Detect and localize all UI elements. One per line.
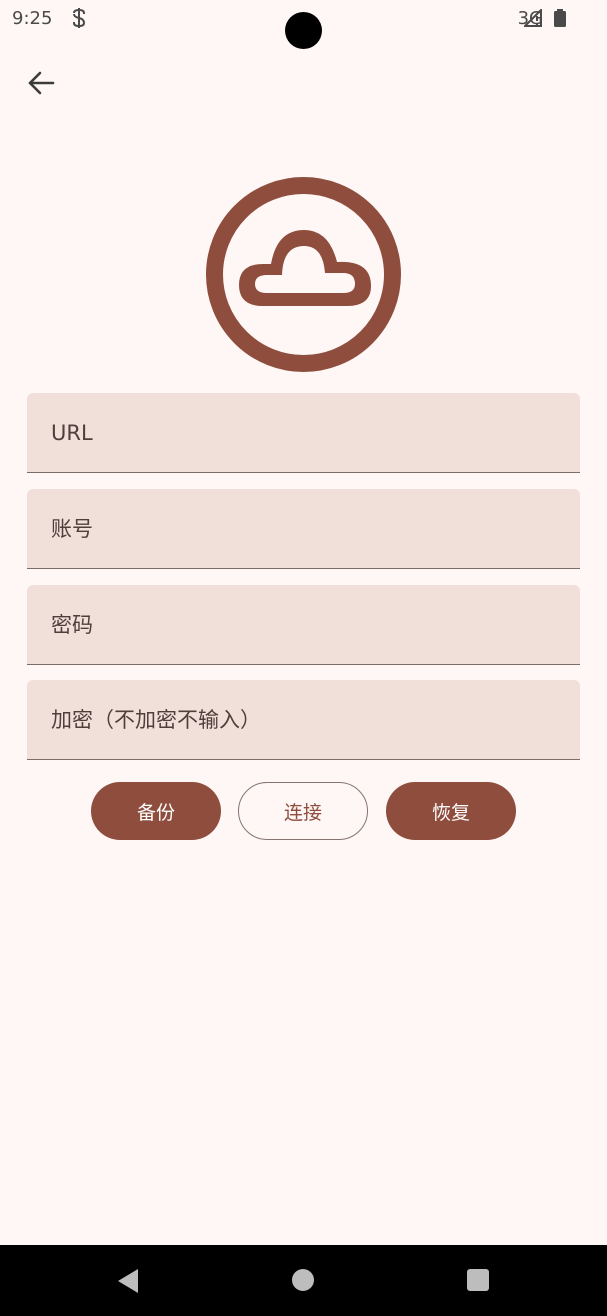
status-bar: 9:25 3G bbox=[0, 0, 607, 49]
battery-icon bbox=[554, 9, 566, 27]
status-time: 9:25 bbox=[12, 8, 53, 29]
account-field[interactable] bbox=[27, 489, 580, 569]
nav-back-icon[interactable] bbox=[116, 1268, 140, 1294]
encrypt-input[interactable] bbox=[27, 680, 580, 759]
restore-button[interactable]: 恢复 bbox=[386, 782, 516, 840]
backup-button[interactable]: 备份 bbox=[91, 782, 221, 840]
password-field[interactable] bbox=[27, 585, 580, 665]
camera-cutout bbox=[285, 12, 322, 49]
encrypt-field[interactable] bbox=[27, 680, 580, 760]
cloud-logo bbox=[206, 177, 401, 372]
back-button[interactable] bbox=[20, 62, 62, 104]
url-field[interactable] bbox=[27, 393, 580, 473]
connect-button[interactable]: 连接 bbox=[238, 782, 368, 840]
arrow-back-icon bbox=[28, 71, 55, 95]
signal-icon bbox=[524, 9, 542, 27]
account-input[interactable] bbox=[27, 489, 580, 568]
app-notification-icon bbox=[73, 8, 86, 28]
navigation-bar bbox=[0, 1245, 607, 1316]
cloud-icon bbox=[239, 230, 371, 306]
nav-recents-icon[interactable] bbox=[467, 1269, 489, 1291]
nav-home-icon[interactable] bbox=[292, 1269, 314, 1291]
url-input[interactable] bbox=[27, 393, 580, 472]
password-input[interactable] bbox=[27, 585, 580, 664]
